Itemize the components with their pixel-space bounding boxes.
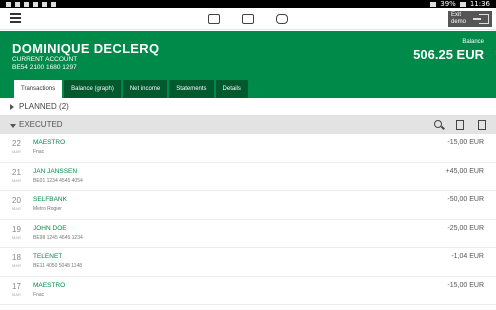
transaction-day: 19 xyxy=(12,224,21,234)
transaction-counterparty: TELENET xyxy=(33,253,63,260)
transaction-counterparty: JAN JANSSEN xyxy=(33,167,78,175)
statement-icon[interactable] xyxy=(478,120,486,130)
transaction-detail: BE98 1245 4645 1234 xyxy=(33,234,83,241)
account-iban: BE54 2100 1680 1297 xyxy=(12,64,77,71)
exit-icon xyxy=(473,14,489,24)
search-icon[interactable] xyxy=(434,120,442,128)
notification-icon xyxy=(24,1,29,7)
transaction-row[interactable]: 18 MAR TELENET BE11 4050 5048 1148 -1,04… xyxy=(0,248,496,277)
chat-icon[interactable] xyxy=(276,14,288,24)
notification-icons xyxy=(6,0,56,8)
balance-value: 506.25 EUR xyxy=(413,47,484,62)
transaction-row[interactable]: 20 MAR SELFBANK Metro Rogier -50,00 EUR xyxy=(0,191,496,220)
transaction-amount: -15,00 EUR xyxy=(447,139,484,146)
planned-section-toggle[interactable]: PLANNED (2) xyxy=(0,98,496,116)
transaction-day: 17 xyxy=(12,281,21,291)
app-toolbar: Exit demo xyxy=(0,8,496,30)
transaction-month: MAR xyxy=(12,177,21,183)
account-type: CURRENT ACCOUNT xyxy=(12,56,78,63)
transaction-row[interactable]: 21 MAR JAN JANSSEN BE01 1234 4545 4054 +… xyxy=(0,163,496,191)
exit-demo-label: Exit demo xyxy=(451,12,467,25)
mail-icon[interactable] xyxy=(242,14,254,24)
transaction-row[interactable]: 17 MAR MAESTRO Fnac -15,00 EUR xyxy=(0,277,496,305)
tab-statements[interactable]: Statements xyxy=(169,80,214,98)
menu-icon[interactable] xyxy=(10,13,21,24)
planned-count: (2) xyxy=(59,102,69,111)
transaction-counterparty: JOHN DOE xyxy=(33,224,67,232)
transaction-list: 22 MAR MAESTRO Fnac -15,00 EUR 21 MAR JA… xyxy=(0,134,496,305)
tab-transactions[interactable]: Transactions xyxy=(14,80,63,98)
notification-icon xyxy=(15,1,20,7)
transaction-month: MAR xyxy=(12,206,21,211)
transaction-amount: -50,00 EUR xyxy=(447,196,484,203)
transaction-month: MAR xyxy=(12,149,21,154)
transaction-month: MAR xyxy=(12,263,21,268)
planned-label: PLANNED xyxy=(19,102,57,111)
transaction-month: MAR xyxy=(12,234,21,240)
notification-icon xyxy=(6,1,11,7)
clock: 11:36 xyxy=(469,0,490,8)
status-bar: 39% 11:36 xyxy=(0,0,496,8)
notification-icon xyxy=(51,1,56,7)
transaction-row[interactable]: 22 MAR MAESTRO Fnac -15,00 EUR xyxy=(0,134,496,163)
transaction-amount: -25,00 EUR xyxy=(447,224,484,232)
executed-label: EXECUTED xyxy=(19,120,63,129)
transaction-day: 18 xyxy=(12,253,21,262)
collapse-icon xyxy=(10,124,16,128)
transaction-counterparty: MAESTRO xyxy=(33,139,66,146)
transaction-detail: Fnac xyxy=(33,291,45,298)
tab-bar: Transactions Balance (graph) Net income … xyxy=(14,80,248,98)
notification-icon xyxy=(33,1,38,7)
transaction-detail: Metro Rogier xyxy=(33,206,62,212)
transaction-month: MAR xyxy=(12,291,21,297)
battery-icon xyxy=(459,1,466,7)
tab-net-income[interactable]: Net income xyxy=(122,80,168,98)
transaction-amount: +45,00 EUR xyxy=(445,167,484,175)
transaction-counterparty: SELFBANK xyxy=(33,196,67,203)
tab-details[interactable]: Details xyxy=(215,80,248,98)
transaction-amount: -15,00 EUR xyxy=(447,281,484,289)
transaction-amount: -1,04 EUR xyxy=(451,253,484,260)
executed-section-toggle[interactable]: EXECUTED xyxy=(0,116,496,134)
transaction-detail: Fnac xyxy=(33,149,45,155)
expand-icon xyxy=(10,104,14,110)
transaction-counterparty: MAESTRO xyxy=(33,281,66,289)
transaction-day: 20 xyxy=(12,196,21,205)
transaction-detail: BE11 4050 5048 1148 xyxy=(33,263,83,269)
exit-demo-button[interactable]: Exit demo xyxy=(448,11,492,27)
battery-text: 39% xyxy=(440,0,456,8)
account-holder: DOMINIQUE DECLERQ xyxy=(12,41,160,56)
signal-icon xyxy=(430,1,437,7)
balance-label: Balance xyxy=(462,39,484,45)
transaction-detail: BE01 1234 4545 4054 xyxy=(33,177,83,184)
transaction-day: 22 xyxy=(12,139,21,148)
notification-icon xyxy=(42,1,47,7)
transaction-day: 21 xyxy=(12,167,21,177)
transfer-icon[interactable] xyxy=(208,14,220,24)
tab-balance-graph[interactable]: Balance (graph) xyxy=(64,80,121,98)
transaction-row[interactable]: 19 MAR JOHN DOE BE98 1245 4645 1234 -25,… xyxy=(0,220,496,248)
export-icon[interactable] xyxy=(456,120,464,130)
